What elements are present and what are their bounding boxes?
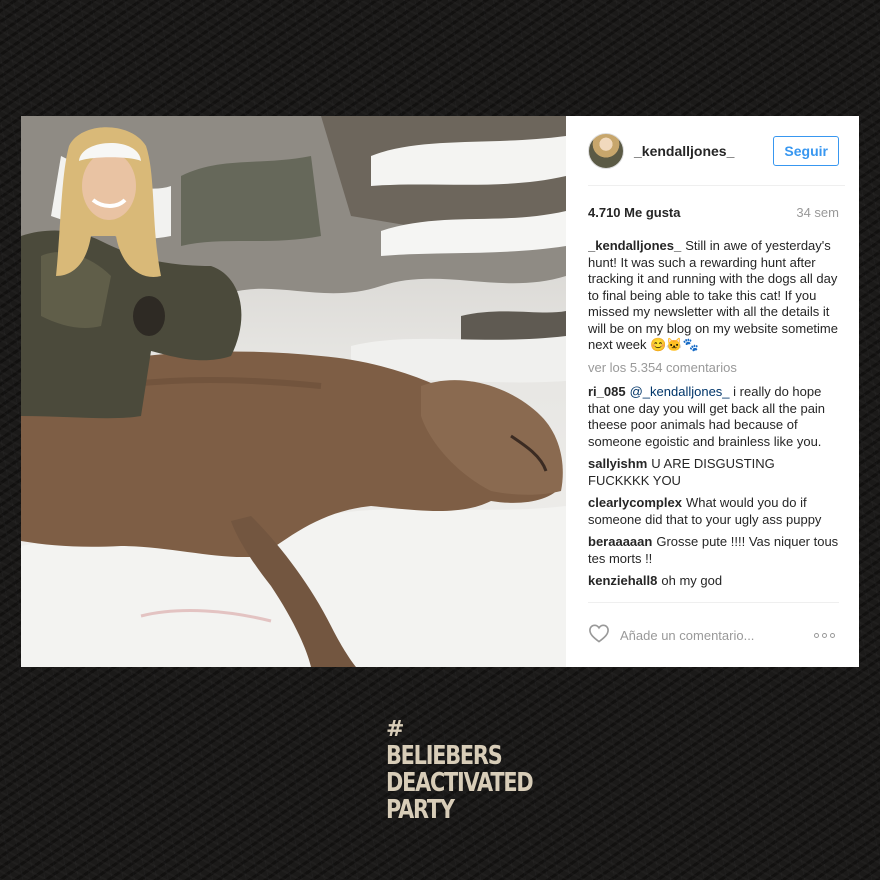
more-options-icon[interactable]: [814, 632, 835, 638]
post-header: _kendalljones_ Seguir: [588, 116, 845, 186]
beliebers-deactivated-party-logo: # BELIEBERS DEACTIVATED PARTY: [386, 716, 569, 824]
add-comment-input[interactable]: [620, 627, 814, 643]
add-comment-row: [588, 603, 839, 667]
comment-text: oh my god: [661, 573, 723, 588]
comment-author[interactable]: ri_085: [588, 384, 626, 399]
logo-hash: #: [386, 717, 405, 742]
logo-line-1: BELIEBERS: [386, 741, 503, 771]
logo-line-3: PARTY: [386, 795, 455, 825]
comment-mention[interactable]: @_kendalljones_: [630, 384, 730, 399]
comment: ri_085 @_kendalljones_ i really do hope t…: [588, 384, 839, 450]
post-age[interactable]: 34 sem: [796, 205, 839, 220]
comment: kenziehall8 oh my god: [588, 573, 839, 590]
post-stats: 4.710 Me gusta 34 sem: [588, 205, 839, 220]
comment: clearlycomplex What would you do if someo…: [588, 495, 839, 528]
comment-author[interactable]: beraaaaan: [588, 534, 652, 549]
logo-line-2: DEACTIVATED: [386, 768, 534, 798]
instagram-post: _kendalljones_ Seguir 4.710 Me gusta 34 …: [21, 116, 859, 667]
heart-icon[interactable]: [588, 623, 610, 648]
caption: _kendalljones_ Still in awe of yesterday'…: [588, 238, 839, 354]
comments-list: _kendalljones_ Still in awe of yesterday'…: [588, 238, 839, 603]
caption-author[interactable]: _kendalljones_: [588, 238, 681, 253]
caption-text: Still in awe of yesterday's hunt! It was…: [588, 238, 838, 352]
post-sidebar: _kendalljones_ Seguir 4.710 Me gusta 34 …: [566, 116, 859, 667]
comment: sallyishm U ARE DISGUSTING FUCKKKK YOU: [588, 456, 839, 489]
avatar[interactable]: [588, 132, 624, 169]
comment: beraaaaan Grosse pute !!!! Vas niquer tou…: [588, 534, 839, 567]
view-all-comments-link[interactable]: ver los 5.354 comentarios: [588, 360, 839, 377]
username[interactable]: _kendalljones_: [634, 143, 773, 159]
post-photo[interactable]: [21, 116, 566, 667]
comment-author[interactable]: clearlycomplex: [588, 495, 682, 510]
comment-author[interactable]: kenziehall8: [588, 573, 657, 588]
comment-author[interactable]: sallyishm: [588, 456, 647, 471]
follow-button[interactable]: Seguir: [773, 135, 839, 166]
hunting-photo-illustration: [21, 116, 566, 667]
likes-count[interactable]: 4.710 Me gusta: [588, 205, 681, 220]
